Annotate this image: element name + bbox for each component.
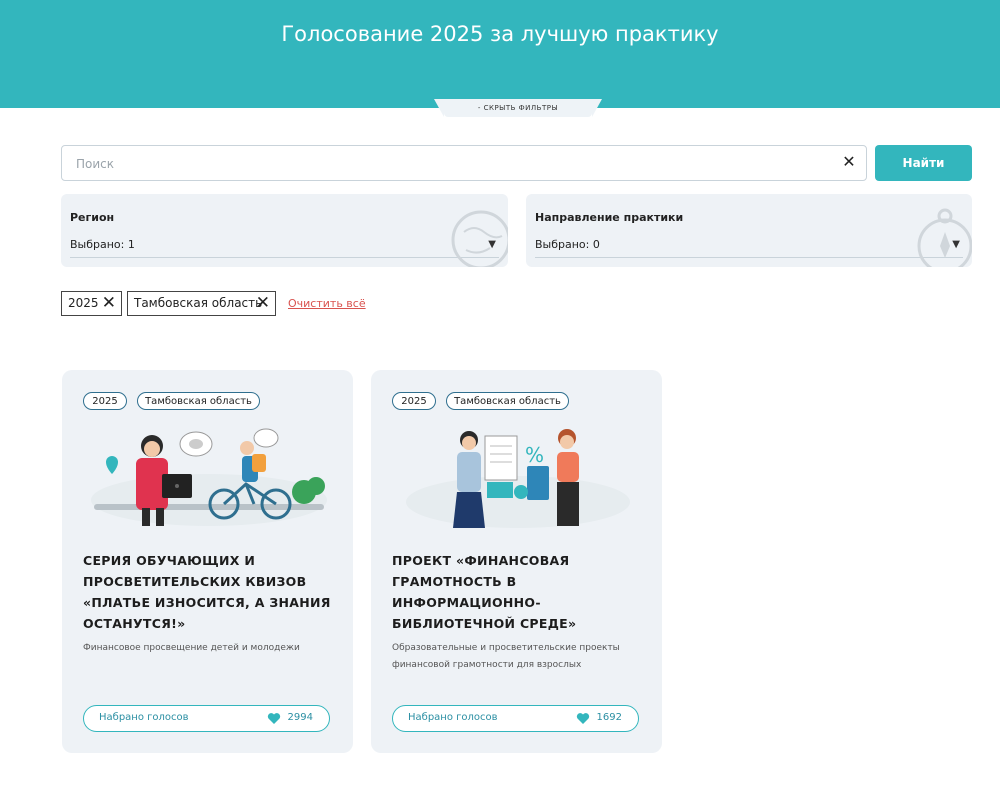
card-title[interactable]: ПРОЕКТ «ФИНАНСОВАЯ ГРАМОТНОСТЬ В ИНФОРМА… xyxy=(392,550,650,634)
filter-chip-year: 2025 ✕ xyxy=(61,291,122,316)
votes-count: 2994 xyxy=(287,712,313,723)
direction-filter-label: Направление практики xyxy=(535,211,684,224)
practice-card[interactable]: 2025 Тамбовская область СЕРИЯ ОБУЧАЮЩИХ … xyxy=(62,370,353,753)
votes-counter[interactable]: Набрано голосов 1692 xyxy=(392,705,639,732)
woman-laptop-cyclist-illustration xyxy=(91,428,327,526)
card-title[interactable]: СЕРИЯ ОБУЧАЮЩИХ И ПРОСВЕТИТЕЛЬСКИХ КВИЗО… xyxy=(83,550,341,634)
direction-filter[interactable]: Направление практики Выбрано: 0 ▼ xyxy=(526,194,972,267)
search-input[interactable] xyxy=(74,154,838,174)
svg-text:%: % xyxy=(525,443,544,467)
compass-icon xyxy=(917,208,972,267)
region-filter-label: Регион xyxy=(70,211,115,224)
region-filter[interactable]: Регион Выбрано: 1 ▼ xyxy=(61,194,508,267)
votes-label: Набрано голосов xyxy=(99,712,189,723)
votes-count: 1692 xyxy=(596,712,622,723)
close-icon[interactable]: ✕ xyxy=(256,292,270,314)
card-description: Финансовое просвещение детей и молодежи xyxy=(83,643,300,653)
region-tag: Тамбовская область xyxy=(137,392,260,410)
region-tag: Тамбовская область xyxy=(446,392,569,410)
practice-card[interactable]: 2025 Тамбовская область % ПРОЕКТ «ФИНАНС… xyxy=(371,370,662,753)
page-header: Голосование 2025 за лучшую практику xyxy=(0,0,1000,108)
chevron-down-icon[interactable]: ▼ xyxy=(488,239,496,250)
clear-all-link[interactable]: Очистить всё xyxy=(288,297,366,310)
page-title: Голосование 2025 за лучшую практику xyxy=(281,22,719,46)
close-icon[interactable]: ✕ xyxy=(842,154,856,170)
find-button[interactable]: Найти xyxy=(875,145,972,181)
votes-label: Набрано голосов xyxy=(408,712,498,723)
heart-icon[interactable] xyxy=(267,712,281,725)
votes-counter[interactable]: Набрано голосов 2994 xyxy=(83,705,330,732)
direction-filter-value: Выбрано: 0 xyxy=(535,238,600,251)
card-description: Образовательные и просветительские проек… xyxy=(392,643,620,670)
search-box: ✕ xyxy=(61,145,867,181)
finance-consultation-illustration: % xyxy=(406,429,630,528)
heart-icon[interactable] xyxy=(576,712,590,725)
divider xyxy=(535,257,963,258)
globe-icon xyxy=(451,210,508,267)
close-icon[interactable]: ✕ xyxy=(102,292,116,314)
chip-label: 2025 xyxy=(68,296,99,310)
year-tag: 2025 xyxy=(83,392,127,410)
chip-label: Тамбовская область xyxy=(134,296,263,310)
chevron-down-icon[interactable]: ▼ xyxy=(952,239,960,250)
filter-chip-region: Тамбовская область ✕ xyxy=(127,291,276,316)
year-tag: 2025 xyxy=(392,392,436,410)
divider xyxy=(70,257,499,258)
region-filter-value: Выбрано: 1 xyxy=(70,238,135,251)
hide-filters-toggle[interactable]: - СКРЫТЬ ФИЛЬТРЫ xyxy=(434,99,602,117)
